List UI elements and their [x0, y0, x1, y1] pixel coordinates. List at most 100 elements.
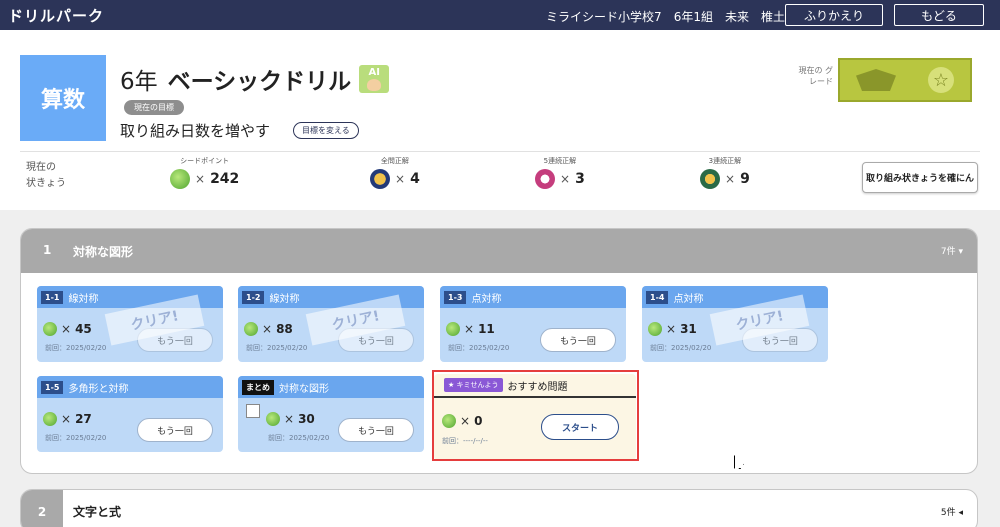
user-name-last: 椎土: [760, 10, 785, 24]
card-id: 1-2: [242, 290, 265, 304]
start-button[interactable]: スタート: [541, 414, 619, 440]
card-count: 11: [478, 322, 495, 336]
seed-icon: [442, 414, 456, 428]
drill-card[interactable]: 1-5 多角形と対称 × 27 前回：2025/02/20 もう一回: [37, 376, 223, 452]
card-date: 前回：2025/02/20: [45, 344, 107, 352]
grade-emblem-icon: [856, 69, 896, 91]
seed-icon: [244, 322, 258, 336]
card-count: 45: [75, 322, 92, 336]
seed-icon: [446, 322, 460, 336]
times-sign: ×: [262, 322, 273, 336]
seed-icon: [170, 169, 190, 189]
seed-icon: [43, 322, 57, 336]
star-icon: ☆: [928, 67, 954, 93]
card-score: × 31: [648, 322, 697, 336]
ai-badge-label: AI: [368, 67, 380, 78]
user-name-first: 未来: [724, 10, 749, 24]
times-sign: ×: [464, 322, 475, 336]
card-header: 1-3 点対称: [440, 286, 626, 308]
times-sign: ×: [61, 322, 72, 336]
school-name: ミライシード小学校7: [546, 10, 662, 24]
personal-badge: ★ キミせんよう: [444, 378, 503, 392]
drill-card[interactable]: 1-4 点対称 × 31 前回：2025/02/20 もう一回 クリア!: [642, 286, 828, 362]
unit-count[interactable]: 7件 ▾: [941, 244, 963, 257]
drill-name: ベーシックドリル: [167, 69, 352, 95]
grade-badge: ☆: [838, 58, 972, 102]
ai-face-icon: [367, 79, 382, 91]
card-title: 点対称: [673, 293, 704, 305]
unit-section-1: 1 対称な図形 7件 ▾ 1-1 線対称 × 45 前回：2025/02/20 …: [20, 228, 978, 474]
card-score: × 11: [446, 322, 495, 336]
retry-button[interactable]: もう一回: [540, 328, 616, 352]
stat-streak5-value: 3: [575, 171, 585, 187]
stat-seed-label: シードポイント: [180, 157, 230, 165]
card-count: 31: [680, 322, 697, 336]
status-label: 現在の 状きょう: [26, 160, 66, 192]
unit-number: 2: [21, 490, 63, 527]
subject-tile: 算数: [20, 55, 106, 141]
card-date: 前回：2025/02/20: [650, 344, 712, 352]
stat-seed-value: 242: [210, 171, 240, 187]
drill-card[interactable]: 1-1 線対称 × 45 前回：2025/02/20 もう一回 クリア!: [37, 286, 223, 362]
card-date: 前回：2025/02/20: [45, 434, 107, 442]
times-sign: ×: [195, 172, 206, 186]
times-sign: ×: [666, 322, 677, 336]
times-sign: ×: [61, 412, 72, 426]
personal-badge-label: キミせんよう: [456, 381, 499, 389]
drill-card[interactable]: 1-3 点対称 × 11 前回：2025/02/20 もう一回: [440, 286, 626, 362]
review-button[interactable]: ふりかえり: [785, 4, 883, 26]
top-bar: ドリルパーク ミライシード小学校7 6年1組 未来 椎土 ふりかえり もどる: [0, 0, 1000, 30]
checklist-icon: [246, 404, 260, 418]
status-label-line2: 状きょう: [26, 178, 66, 189]
app-brand: ドリルパーク: [8, 7, 105, 25]
back-button[interactable]: もどる: [894, 4, 984, 26]
medal-green-icon: [700, 169, 720, 189]
change-goal-button[interactable]: 目標を変える: [293, 122, 359, 139]
card-id: 1-5: [41, 380, 64, 394]
card-title: 線対称: [269, 293, 300, 305]
times-sign: ×: [725, 172, 736, 186]
card-count: 88: [276, 322, 293, 336]
status-row: 現在の 状きょう シードポイント × 242 全問正解 × 4 5連続正解 ×: [20, 151, 980, 199]
stat-seed-points: シードポイント × 242: [170, 156, 239, 189]
times-sign: ×: [284, 412, 295, 426]
stat-allcorrect-label: 全問正解: [380, 157, 409, 165]
stat-streak5-label: 5連続正解: [543, 157, 577, 165]
stat-streak3: 3連続正解 × 9: [700, 156, 750, 189]
times-sign: ×: [460, 414, 471, 428]
drill-title: 6年 ベーシックドリル AI: [120, 62, 390, 96]
retry-button[interactable]: もう一回: [338, 418, 414, 442]
unit-title: 対称な図形: [73, 245, 134, 259]
confirm-status-button[interactable]: 取り組み状きょうを確にん: [862, 162, 978, 193]
card-date: 前回：2025/02/20: [246, 344, 308, 352]
seed-icon: [266, 412, 280, 426]
drill-grade: 6年: [120, 69, 158, 95]
card-id: まとめ: [242, 379, 274, 395]
card-id: 1-3: [444, 290, 467, 304]
card-score: × 27: [43, 412, 92, 426]
drill-card[interactable]: 1-2 線対称 × 88 前回：2025/02/20 もう一回 クリア!: [238, 286, 424, 362]
seed-icon: [648, 322, 662, 336]
recommended-card[interactable]: ★ キミせんよう おすすめ問題 × 0 前回：----/--/-- スタート: [434, 374, 636, 460]
seed-icon: [43, 412, 57, 426]
unit-count[interactable]: 5件 ◂: [941, 505, 963, 518]
retry-button[interactable]: もう一回: [137, 418, 213, 442]
medal-gold-icon: [370, 169, 390, 189]
card-id: 1-1: [41, 290, 64, 304]
card-title: 点対称: [471, 293, 502, 305]
recommended-header: ★ キミせんよう おすすめ問題: [434, 374, 636, 398]
card-title: 線対称: [68, 293, 99, 305]
card-title: 対称な図形: [279, 383, 329, 395]
stat-all-correct: 全問正解 × 4: [370, 156, 420, 189]
card-header: まとめ 対称な図形: [238, 376, 424, 398]
recommended-title: おすすめ問題: [507, 381, 568, 393]
stat-streak5: 5連続正解 × 3: [535, 156, 585, 189]
current-grade-label: 現在の グレード: [798, 66, 833, 86]
drill-card-summary[interactable]: まとめ 対称な図形 × 30 前回：2025/02/20 もう一回: [238, 376, 424, 452]
stat-streak3-label: 3連続正解: [708, 157, 742, 165]
stat-allcorrect-value: 4: [410, 171, 420, 187]
unit-header-1[interactable]: 1 対称な図形 7件 ▾: [21, 229, 977, 273]
unit-section-2[interactable]: 2 文字と式 5件 ◂: [20, 489, 978, 527]
card-score: × 45: [43, 322, 92, 336]
medal-pink-icon: [535, 169, 555, 189]
